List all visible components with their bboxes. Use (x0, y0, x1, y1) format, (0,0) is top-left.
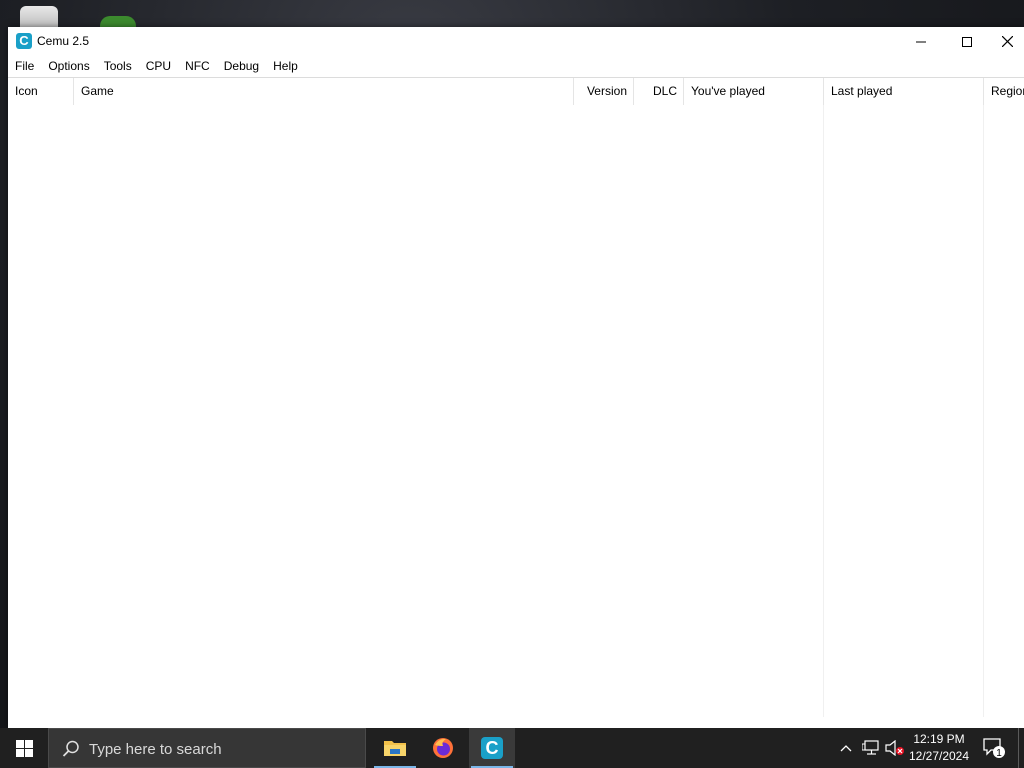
cemu-icon: C (481, 737, 503, 759)
notification-count: 1 (996, 748, 1002, 759)
column-header-version[interactable]: Version (574, 78, 634, 105)
menu-help[interactable]: Help (266, 56, 305, 77)
column-header-game[interactable]: Game (74, 78, 574, 105)
column-header-icon[interactable]: Icon (8, 78, 74, 105)
taskbar-search[interactable] (48, 728, 366, 768)
column-header-region[interactable]: Region (984, 78, 1024, 105)
taskbar: C 12:19 PM 12/27/2024 1 (0, 728, 1024, 768)
start-button[interactable] (0, 728, 48, 768)
menu-cpu[interactable]: CPU (139, 56, 178, 77)
menu-bar: File Options Tools CPU NFC Debug Help (8, 56, 1024, 77)
show-desktop-button[interactable] (1018, 728, 1019, 768)
taskbar-firefox[interactable] (420, 728, 466, 768)
clock-time: 12:19 PM (913, 732, 965, 746)
action-center-button[interactable]: 1 (980, 728, 1008, 768)
game-list[interactable]: Icon Game Version DLC You've played Last… (8, 77, 1024, 729)
menu-file[interactable]: File (8, 56, 41, 77)
title-bar[interactable]: C Cemu 2.5 (8, 27, 1024, 56)
minimize-icon (916, 41, 926, 42)
close-button[interactable] (990, 27, 1024, 56)
clock-date: 12/27/2024 (908, 749, 970, 763)
maximize-icon (962, 36, 972, 47)
column-divider (823, 105, 824, 717)
menu-debug[interactable]: Debug (217, 56, 266, 77)
taskbar-file-explorer[interactable] (372, 728, 418, 768)
volume-muted-icon (885, 740, 904, 756)
close-icon (1001, 36, 1013, 47)
windows-logo-icon (15, 739, 33, 757)
search-icon (61, 739, 81, 759)
menu-options[interactable]: Options (41, 56, 96, 77)
volume-button[interactable] (884, 728, 906, 768)
taskbar-clock[interactable]: 12:19 PM 12/27/2024 (906, 731, 972, 765)
cemu-main-window: C Cemu 2.5 File Options Tools CPU NFC De… (8, 27, 1024, 728)
cemu-app-icon: C (16, 33, 32, 49)
menu-nfc[interactable]: NFC (178, 56, 217, 77)
minimize-button[interactable] (898, 27, 944, 56)
game-list-header: Icon Game Version DLC You've played Last… (8, 78, 1024, 105)
column-header-you-ve-played[interactable]: You've played (684, 78, 824, 105)
window-title: Cemu 2.5 (37, 34, 90, 48)
network-icon (862, 740, 879, 755)
column-header-dlc[interactable]: DLC (634, 78, 684, 105)
search-input[interactable] (89, 741, 349, 758)
notification-icon: 1 (983, 738, 1005, 759)
column-divider (983, 105, 984, 717)
show-hidden-icons-button[interactable] (836, 728, 856, 768)
folder-icon (384, 741, 406, 756)
column-header-last-played[interactable]: Last played (824, 78, 984, 105)
network-status-button[interactable] (860, 728, 882, 768)
chevron-up-icon (840, 745, 852, 752)
maximize-button[interactable] (944, 27, 990, 56)
firefox-icon (433, 738, 453, 758)
menu-tools[interactable]: Tools (97, 56, 139, 77)
taskbar-cemu[interactable]: C (469, 728, 515, 768)
